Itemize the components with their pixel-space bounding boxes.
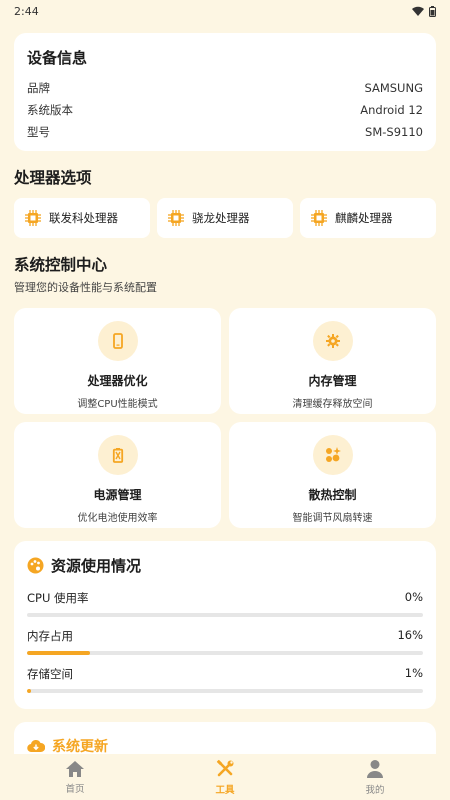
tile-memory-management[interactable]: 内存管理 清理缓存释放空间 [229, 308, 436, 414]
resource-memory: 内存占用 16% [27, 628, 423, 655]
resource-usage-title: 资源使用情况 [51, 557, 142, 575]
battery-icon [112, 448, 123, 463]
nav-label: 首页 [65, 783, 85, 795]
info-row-model: 型号 SM-S9110 [27, 121, 423, 143]
progress-fill [27, 689, 31, 693]
tile-cooling-control[interactable]: 散热控制 智能调节风扇转速 [229, 422, 436, 528]
control-center-title: 系统控制中心 [14, 256, 108, 274]
person-icon [367, 759, 383, 778]
device-info-title: 设备信息 [27, 49, 88, 67]
info-row-brand: 品牌 SAMSUNG [27, 77, 423, 99]
processor-option-label: 联发科处理器 [49, 211, 118, 225]
tile-title: 散热控制 [308, 488, 357, 502]
phone-icon [112, 333, 123, 349]
info-label: 品牌 [27, 81, 50, 95]
tile-desc: 优化电池使用效率 [77, 513, 158, 524]
resource-value: 16% [397, 628, 423, 642]
resource-label: 存储空间 [27, 667, 73, 681]
bottom-nav: 首页 工具 我的 [0, 754, 450, 800]
info-value: Android 12 [360, 103, 423, 117]
processor-option-label: 骁龙处理器 [192, 211, 250, 225]
chip-icon [25, 210, 41, 226]
nav-label: 工具 [215, 784, 235, 796]
processor-option-snapdragon[interactable]: 骁龙处理器 [157, 198, 293, 238]
control-center-subtitle: 管理您的设备性能与系统配置 [14, 281, 157, 294]
chip-icon [168, 210, 184, 226]
nav-item-profile[interactable]: 我的 [335, 759, 415, 796]
processor-section-title: 处理器选项 [14, 169, 92, 187]
tile-title: 内存管理 [308, 374, 357, 388]
chip-icon [311, 210, 327, 226]
progress-bar [27, 689, 423, 693]
gear-icon [325, 334, 340, 348]
system-update-card[interactable]: 系统更新 [14, 722, 436, 754]
processor-option-label: 麒麟处理器 [335, 211, 393, 225]
resource-cpu: CPU 使用率 0% [27, 590, 423, 617]
info-value: SM-S9110 [365, 125, 423, 139]
palette-icon [27, 557, 44, 574]
tile-processor-optimize[interactable]: 处理器优化 调整CPU性能模式 [14, 308, 221, 414]
control-tiles: 处理器优化 调整CPU性能模式 内存管理 清理缓存释放空间 电源管理 优化电池使… [14, 308, 436, 528]
home-icon [66, 760, 84, 777]
resource-label: CPU 使用率 [27, 591, 89, 605]
resource-label: 内存占用 [27, 629, 73, 643]
processor-option-mediatek[interactable]: 联发科处理器 [14, 198, 150, 238]
tools-icon [216, 759, 234, 776]
progress-fill [27, 651, 91, 655]
processor-options: 联发科处理器 骁龙处理器 麒麟处理器 [14, 198, 436, 238]
nav-item-tools[interactable]: 工具 [185, 759, 265, 796]
progress-bar [27, 613, 423, 617]
tile-desc: 清理缓存释放空间 [292, 399, 373, 410]
nav-label: 我的 [365, 784, 385, 796]
fan-icon [325, 447, 341, 462]
resource-value: 1% [404, 666, 423, 680]
wifi-icon [412, 6, 424, 16]
main-scroll[interactable]: 设备信息 品牌 SAMSUNG 系统版本 Android 12 型号 SM-S9… [0, 22, 450, 754]
device-info-card: 设备信息 品牌 SAMSUNG 系统版本 Android 12 型号 SM-S9… [14, 33, 436, 151]
info-row-os-version: 系统版本 Android 12 [27, 99, 423, 121]
tile-title: 电源管理 [93, 488, 142, 502]
tile-desc: 调整CPU性能模式 [77, 399, 158, 410]
info-value: SAMSUNG [364, 81, 423, 95]
status-time: 2:44 [14, 4, 39, 18]
status-bar: 2:44 [0, 0, 450, 22]
battery-status-icon [429, 5, 436, 17]
info-label: 型号 [27, 125, 50, 139]
tile-power-management[interactable]: 电源管理 优化电池使用效率 [14, 422, 221, 528]
processor-option-kirin[interactable]: 麒麟处理器 [300, 198, 436, 238]
progress-bar [27, 651, 423, 655]
tile-title: 处理器优化 [87, 374, 148, 388]
resource-usage-card: 资源使用情况 CPU 使用率 0% 内存占用 16% 存储空间 1% [14, 541, 436, 709]
resource-value: 0% [404, 590, 423, 604]
system-update-title: 系统更新 [52, 739, 108, 754]
info-label: 系统版本 [27, 103, 73, 117]
tile-desc: 智能调节风扇转速 [292, 513, 373, 524]
resource-storage: 存储空间 1% [27, 666, 423, 693]
cloud-download-icon [27, 739, 45, 753]
nav-item-home[interactable]: 首页 [35, 760, 115, 795]
